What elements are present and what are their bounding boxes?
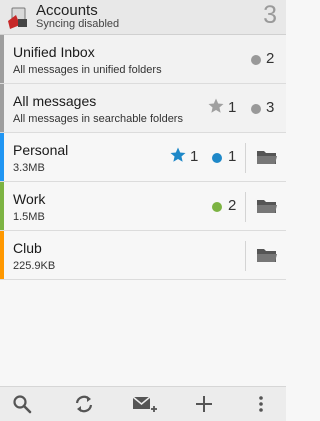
page-title: Accounts (36, 2, 98, 19)
account-row-club[interactable]: Club 225.9KB (0, 231, 286, 280)
account-color-bar (0, 133, 4, 181)
account-name: Club (13, 240, 42, 256)
flagged-count: 1 (190, 148, 199, 165)
refresh-icon[interactable] (73, 394, 95, 414)
folder-icon[interactable] (256, 246, 278, 264)
account-row-unified-inbox[interactable]: Unified Inbox All messages in unified fo… (0, 35, 286, 84)
bottom-action-bar (0, 386, 286, 421)
overflow-menu-icon[interactable] (254, 394, 268, 414)
total-unread-count: 3 (263, 1, 277, 29)
unread-dot-icon (251, 55, 261, 65)
account-color-bar (0, 182, 4, 230)
folder-divider (245, 192, 246, 222)
add-icon[interactable] (193, 394, 215, 414)
app-logo-icon (8, 7, 27, 29)
account-name: Personal (13, 142, 69, 158)
account-size: 225.9KB (13, 260, 56, 272)
unread-count: 3 (266, 99, 275, 116)
account-size: 3.3MB (13, 162, 45, 174)
account-color-bar (0, 231, 4, 279)
folder-divider (245, 241, 246, 271)
sync-status: Syncing disabled (36, 18, 120, 30)
action-bar: Accounts Syncing disabled 3 (0, 0, 286, 35)
account-row-work[interactable]: Work 1.5MB 2 (0, 182, 286, 231)
account-color-bar (0, 84, 4, 132)
account-name: All messages (13, 93, 97, 109)
flagged-star-icon (170, 147, 186, 162)
unread-count: 1 (228, 148, 237, 165)
account-description: All messages in unified folders (13, 64, 162, 76)
account-row-personal[interactable]: Personal 3.3MB 1 1 (0, 133, 286, 182)
flagged-count: 1 (228, 99, 237, 116)
folder-icon[interactable] (256, 148, 278, 166)
unread-count: 2 (266, 50, 275, 67)
account-name: Unified Inbox (13, 44, 95, 60)
compose-icon[interactable] (132, 394, 158, 414)
flagged-star-icon (208, 98, 224, 113)
account-description: All messages in searchable folders (13, 113, 183, 125)
unread-dot-icon (212, 153, 222, 163)
account-color-bar (0, 35, 4, 83)
search-icon[interactable] (12, 394, 34, 414)
account-name: Work (13, 191, 46, 207)
folder-icon[interactable] (256, 197, 278, 215)
folder-divider (245, 143, 246, 173)
unread-count: 2 (228, 197, 237, 214)
account-row-all-messages[interactable]: All messages All messages in searchable … (0, 84, 286, 133)
account-size: 1.5MB (13, 211, 45, 223)
unread-dot-icon (212, 202, 222, 212)
unread-dot-icon (251, 104, 261, 114)
